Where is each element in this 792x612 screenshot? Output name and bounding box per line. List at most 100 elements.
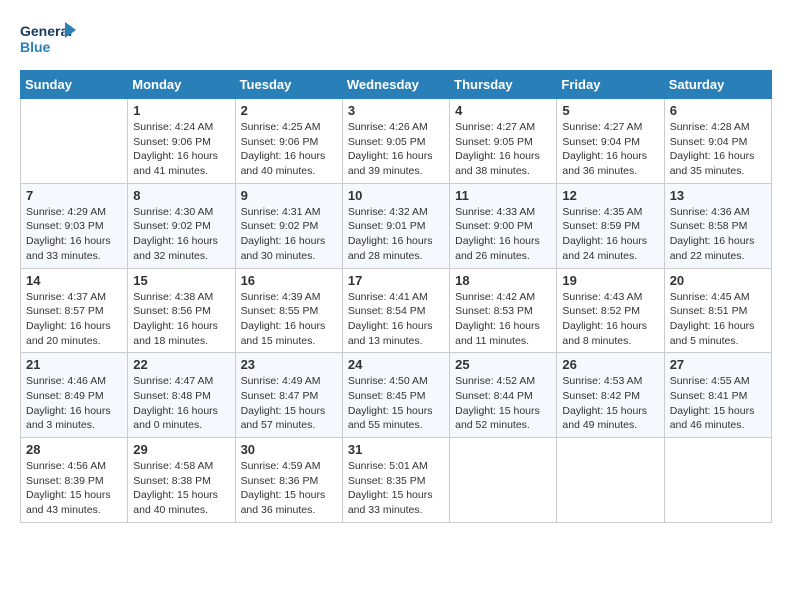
header-monday: Monday: [128, 71, 235, 99]
calendar-cell: 6Sunrise: 4:28 AM Sunset: 9:04 PM Daylig…: [664, 99, 771, 184]
calendar-week-3: 21Sunrise: 4:46 AM Sunset: 8:49 PM Dayli…: [21, 353, 772, 438]
day-number: 9: [241, 188, 337, 203]
calendar-cell: 2 Sunrise: 4:25 AM Sunset: 9:06 PM Daylig…: [235, 99, 342, 184]
day-info: Sunrise: 4:42 AM Sunset: 8:53 PM Dayligh…: [455, 290, 551, 349]
calendar-cell: 23 Sunrise: 4:49 AM Sunset: 8:47 PM Dayli…: [235, 353, 342, 438]
day-info: Sunrise: 4:26 AM Sunset: 9:05 PM Dayligh…: [348, 120, 444, 179]
day-info: Sunrise: 4:29 AM Sunset: 9:03 PM Dayligh…: [26, 205, 122, 264]
day-number: 5: [562, 103, 658, 118]
day-info: Sunrise: 5:01 AM Sunset: 8:35 PM Dayligh…: [348, 459, 444, 518]
calendar-cell: 15Sunrise: 4:38 AM Sunset: 8:56 PM Dayli…: [128, 268, 235, 353]
calendar-cell: 17Sunrise: 4:41 AM Sunset: 8:54 PM Dayli…: [342, 268, 449, 353]
calendar-cell: 11 Sunrise: 4:33 AM Sunset: 9:00 PM Dayli…: [450, 183, 557, 268]
day-number: 26: [562, 357, 658, 372]
day-number: 17: [348, 273, 444, 288]
calendar-cell: 5 Sunrise: 4:27 AM Sunset: 9:04 PM Daylig…: [557, 99, 664, 184]
calendar-cell: 18 Sunrise: 4:42 AM Sunset: 8:53 PM Dayli…: [450, 268, 557, 353]
header-sunday: Sunday: [21, 71, 128, 99]
calendar-cell: 28 Sunrise: 4:56 AM Sunset: 8:39 PM Dayli…: [21, 438, 128, 523]
day-number: 13: [670, 188, 766, 203]
calendar-cell: 22 Sunrise: 4:47 AM Sunset: 8:48 PM Dayli…: [128, 353, 235, 438]
day-info: Sunrise: 4:59 AM Sunset: 8:36 PM Dayligh…: [241, 459, 337, 518]
day-info: Sunrise: 4:27 AM Sunset: 9:05 PM Dayligh…: [455, 120, 551, 179]
calendar-cell: [664, 438, 771, 523]
calendar-cell: 25 Sunrise: 4:52 AM Sunset: 8:44 PM Dayli…: [450, 353, 557, 438]
calendar-cell: 4Sunrise: 4:27 AM Sunset: 9:05 PM Daylig…: [450, 99, 557, 184]
day-number: 27: [670, 357, 766, 372]
svg-text:Blue: Blue: [20, 39, 51, 55]
day-number: 15: [133, 273, 229, 288]
svg-text:General: General: [20, 23, 72, 39]
day-number: 2: [241, 103, 337, 118]
day-number: 23: [241, 357, 337, 372]
calendar-cell: 20Sunrise: 4:45 AM Sunset: 8:51 PM Dayli…: [664, 268, 771, 353]
day-info: Sunrise: 4:46 AM Sunset: 8:49 PM Dayligh…: [26, 374, 122, 433]
calendar-week-0: 1 Sunrise: 4:24 AM Sunset: 9:06 PM Daylig…: [21, 99, 772, 184]
day-number: 30: [241, 442, 337, 457]
day-number: 11: [455, 188, 551, 203]
header-saturday: Saturday: [664, 71, 771, 99]
day-number: 12: [562, 188, 658, 203]
calendar-table: SundayMondayTuesdayWednesdayThursdayFrid…: [20, 70, 772, 523]
calendar-cell: 16 Sunrise: 4:39 AM Sunset: 8:55 PM Dayli…: [235, 268, 342, 353]
day-number: 29: [133, 442, 229, 457]
day-info: Sunrise: 4:31 AM Sunset: 9:02 PM Dayligh…: [241, 205, 337, 264]
day-info: Sunrise: 4:50 AM Sunset: 8:45 PM Dayligh…: [348, 374, 444, 433]
calendar-cell: 9 Sunrise: 4:31 AM Sunset: 9:02 PM Daylig…: [235, 183, 342, 268]
day-info: Sunrise: 4:35 AM Sunset: 8:59 PM Dayligh…: [562, 205, 658, 264]
calendar-cell: 8 Sunrise: 4:30 AM Sunset: 9:02 PM Daylig…: [128, 183, 235, 268]
calendar-cell: 19 Sunrise: 4:43 AM Sunset: 8:52 PM Dayli…: [557, 268, 664, 353]
day-number: 24: [348, 357, 444, 372]
day-info: Sunrise: 4:33 AM Sunset: 9:00 PM Dayligh…: [455, 205, 551, 264]
day-number: 31: [348, 442, 444, 457]
calendar-cell: 29 Sunrise: 4:58 AM Sunset: 8:38 PM Dayli…: [128, 438, 235, 523]
day-info: Sunrise: 4:30 AM Sunset: 9:02 PM Dayligh…: [133, 205, 229, 264]
day-number: 1: [133, 103, 229, 118]
calendar-cell: 12 Sunrise: 4:35 AM Sunset: 8:59 PM Dayli…: [557, 183, 664, 268]
header-wednesday: Wednesday: [342, 71, 449, 99]
calendar-cell: 27 Sunrise: 4:55 AM Sunset: 8:41 PM Dayli…: [664, 353, 771, 438]
calendar-cell: 7 Sunrise: 4:29 AM Sunset: 9:03 PM Daylig…: [21, 183, 128, 268]
day-number: 16: [241, 273, 337, 288]
day-number: 6: [670, 103, 766, 118]
day-info: Sunrise: 4:58 AM Sunset: 8:38 PM Dayligh…: [133, 459, 229, 518]
day-number: 22: [133, 357, 229, 372]
calendar-week-4: 28 Sunrise: 4:56 AM Sunset: 8:39 PM Dayli…: [21, 438, 772, 523]
calendar-cell: 26 Sunrise: 4:53 AM Sunset: 8:42 PM Dayli…: [557, 353, 664, 438]
day-info: Sunrise: 4:43 AM Sunset: 8:52 PM Dayligh…: [562, 290, 658, 349]
day-number: 8: [133, 188, 229, 203]
day-info: Sunrise: 4:53 AM Sunset: 8:42 PM Dayligh…: [562, 374, 658, 433]
day-number: 3: [348, 103, 444, 118]
day-number: 19: [562, 273, 658, 288]
day-number: 25: [455, 357, 551, 372]
calendar-cell: 31 Sunrise: 5:01 AM Sunset: 8:35 PM Dayli…: [342, 438, 449, 523]
day-info: Sunrise: 4:36 AM Sunset: 8:58 PM Dayligh…: [670, 205, 766, 264]
logo: GeneralBlue: [20, 20, 80, 60]
calendar-cell: 1 Sunrise: 4:24 AM Sunset: 9:06 PM Daylig…: [128, 99, 235, 184]
day-number: 10: [348, 188, 444, 203]
day-info: Sunrise: 4:56 AM Sunset: 8:39 PM Dayligh…: [26, 459, 122, 518]
day-number: 18: [455, 273, 551, 288]
day-info: Sunrise: 4:24 AM Sunset: 9:06 PM Dayligh…: [133, 120, 229, 179]
calendar-cell: 10 Sunrise: 4:32 AM Sunset: 9:01 PM Dayli…: [342, 183, 449, 268]
day-number: 7: [26, 188, 122, 203]
calendar-cell: [21, 99, 128, 184]
calendar-cell: [557, 438, 664, 523]
day-info: Sunrise: 4:27 AM Sunset: 9:04 PM Dayligh…: [562, 120, 658, 179]
header-tuesday: Tuesday: [235, 71, 342, 99]
day-info: Sunrise: 4:37 AM Sunset: 8:57 PM Dayligh…: [26, 290, 122, 349]
day-info: Sunrise: 4:52 AM Sunset: 8:44 PM Dayligh…: [455, 374, 551, 433]
logo-icon: GeneralBlue: [20, 20, 80, 60]
header-thursday: Thursday: [450, 71, 557, 99]
day-info: Sunrise: 4:32 AM Sunset: 9:01 PM Dayligh…: [348, 205, 444, 264]
calendar-cell: 21Sunrise: 4:46 AM Sunset: 8:49 PM Dayli…: [21, 353, 128, 438]
day-info: Sunrise: 4:55 AM Sunset: 8:41 PM Dayligh…: [670, 374, 766, 433]
day-info: Sunrise: 4:49 AM Sunset: 8:47 PM Dayligh…: [241, 374, 337, 433]
day-info: Sunrise: 4:47 AM Sunset: 8:48 PM Dayligh…: [133, 374, 229, 433]
day-number: 28: [26, 442, 122, 457]
calendar-week-2: 14Sunrise: 4:37 AM Sunset: 8:57 PM Dayli…: [21, 268, 772, 353]
day-info: Sunrise: 4:25 AM Sunset: 9:06 PM Dayligh…: [241, 120, 337, 179]
header: GeneralBlue: [20, 20, 772, 60]
day-info: Sunrise: 4:39 AM Sunset: 8:55 PM Dayligh…: [241, 290, 337, 349]
calendar-cell: 30 Sunrise: 4:59 AM Sunset: 8:36 PM Dayli…: [235, 438, 342, 523]
